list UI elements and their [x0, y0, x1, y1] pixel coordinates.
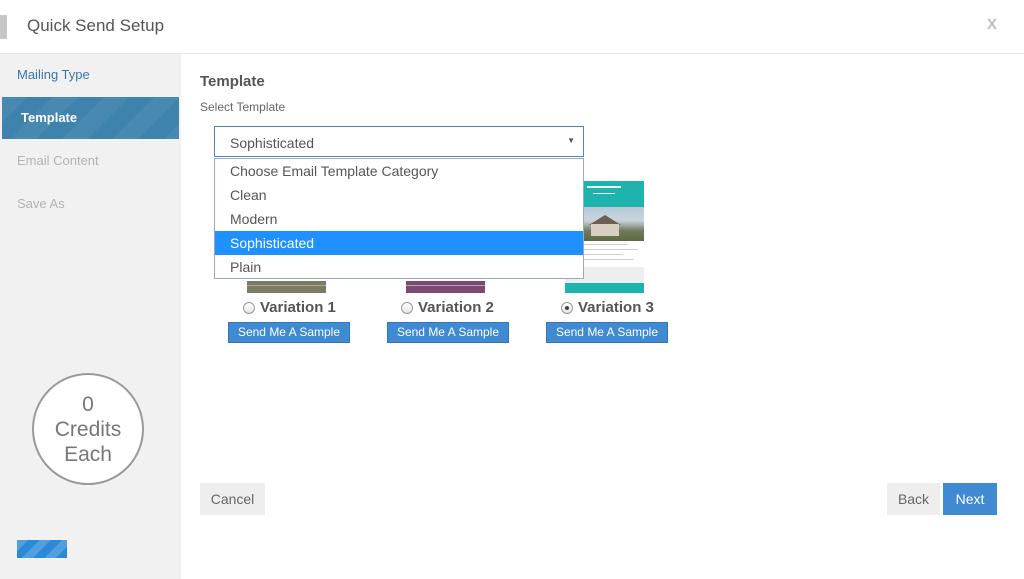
cancel-button[interactable]: Cancel	[200, 483, 265, 515]
select-current-value: Sophisticated	[230, 135, 315, 151]
variation-3-radio[interactable]	[561, 301, 573, 314]
next-button[interactable]: Next	[943, 483, 997, 515]
variation-2-option[interactable]: Variation 2	[401, 299, 494, 316]
chevron-down-icon: ▼	[567, 136, 575, 145]
header-accent-bar	[0, 15, 7, 39]
sidebar-badge	[17, 540, 67, 558]
sidebar-item-mailing-type[interactable]: Mailing Type	[0, 54, 179, 96]
variation-1-label: Variation 1	[260, 299, 336, 316]
variation-1-send-sample-button[interactable]: Send Me A Sample	[228, 322, 350, 343]
template-category-dropdown: Choose Email Template Category Clean Mod…	[214, 158, 584, 279]
dropdown-option-choose-category[interactable]: Choose Email Template Category	[215, 159, 583, 183]
sidebar-item-save-as: Save As	[17, 196, 65, 211]
variation-2-send-sample-button[interactable]: Send Me A Sample	[387, 322, 509, 343]
dropdown-option-plain[interactable]: Plain	[215, 255, 583, 279]
variation-1-option[interactable]: Variation 1	[243, 299, 336, 316]
sidebar-item-email-content: Email Content	[17, 153, 99, 168]
modal-header: Quick Send Setup x	[0, 0, 1024, 54]
credits-count: 0	[82, 392, 94, 416]
credits-label: Credits	[54, 417, 122, 441]
select-template-label: Select Template	[200, 100, 286, 114]
sidebar-item-template[interactable]: Template	[2, 97, 179, 139]
variation-1-radio[interactable]	[243, 301, 255, 314]
dropdown-option-clean[interactable]: Clean	[215, 183, 583, 207]
dropdown-option-modern[interactable]: Modern	[215, 207, 583, 231]
variation-3-send-sample-button[interactable]: Send Me A Sample	[546, 322, 668, 343]
credits-each-label: Each	[64, 442, 112, 466]
thumbnail-bottom-band	[565, 283, 644, 293]
close-icon[interactable]: x	[987, 13, 997, 34]
variation-3-label: Variation 3	[578, 299, 654, 316]
modal-title: Quick Send Setup	[27, 16, 165, 35]
steps-sidebar: Mailing Type Template Email Content Save…	[0, 54, 181, 579]
back-button[interactable]: Back	[887, 483, 940, 515]
variation-2-radio[interactable]	[401, 301, 413, 314]
variation-3-option[interactable]: Variation 3	[561, 299, 654, 316]
variation-1-thumbnail[interactable]	[247, 281, 326, 293]
credits-circle: 0 Credits Each	[32, 373, 144, 485]
dropdown-option-sophisticated[interactable]: Sophisticated	[215, 231, 583, 255]
variation-2-label: Variation 2	[418, 299, 494, 316]
section-title: Template	[200, 73, 265, 90]
variation-2-thumbnail[interactable]	[406, 281, 485, 293]
template-category-select[interactable]: Sophisticated ▼	[214, 126, 584, 157]
